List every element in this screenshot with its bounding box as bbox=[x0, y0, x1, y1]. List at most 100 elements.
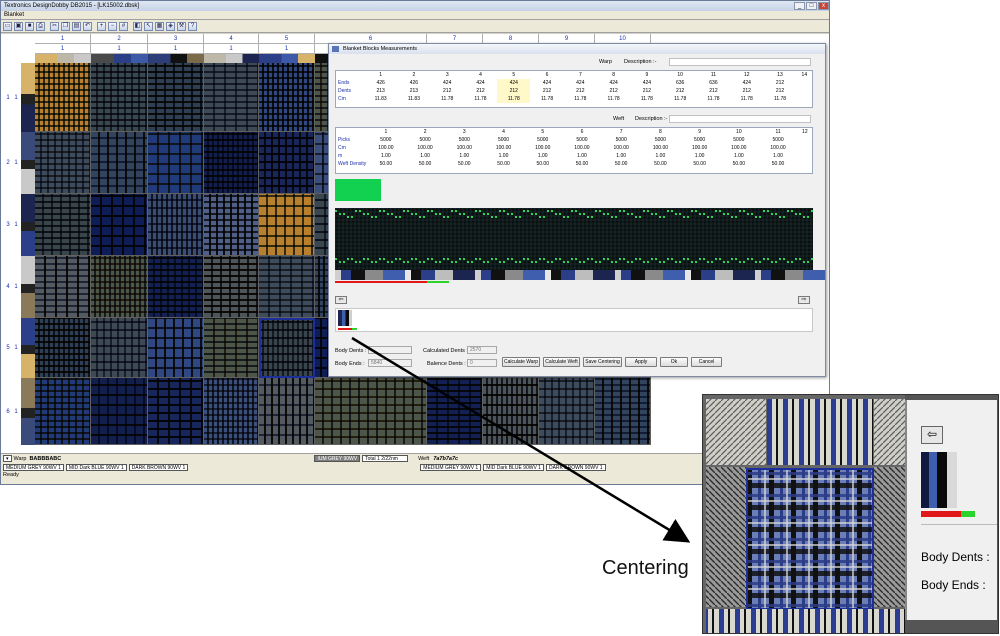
table-cell[interactable]: 11.78 bbox=[730, 95, 763, 103]
table-cell[interactable]: 212 bbox=[763, 79, 796, 87]
column-number[interactable]: 4 bbox=[204, 34, 259, 44]
fabric-block[interactable] bbox=[204, 318, 259, 378]
column-repeat[interactable]: 1 bbox=[204, 44, 259, 54]
fill-icon[interactable]: ◧ bbox=[133, 21, 142, 31]
table-cell[interactable]: 100.00 bbox=[366, 144, 405, 152]
fabric-block[interactable] bbox=[35, 378, 91, 445]
weft-swatch[interactable] bbox=[21, 63, 35, 132]
table-cell[interactable]: 50.00 bbox=[719, 160, 758, 168]
table-cell[interactable]: 100.00 bbox=[641, 144, 680, 152]
fabric-block[interactable] bbox=[259, 132, 315, 194]
table-cell[interactable]: 100.00 bbox=[562, 144, 601, 152]
weft-swatch[interactable] bbox=[21, 318, 35, 378]
table-cell[interactable] bbox=[797, 95, 812, 103]
table-cell[interactable]: 11.83 bbox=[364, 95, 397, 103]
table-cell[interactable]: 11.83 bbox=[397, 95, 430, 103]
close-button[interactable]: x bbox=[818, 2, 829, 10]
warp-color-pill[interactable]: IUM GREY 90WV bbox=[314, 455, 361, 462]
table-cell[interactable]: 1.00 bbox=[680, 152, 719, 160]
table-cell[interactable]: 11.78 bbox=[464, 95, 497, 103]
warp-swatch[interactable] bbox=[204, 54, 259, 63]
calculate-weft-button[interactable]: Calculate Weft bbox=[543, 357, 580, 367]
body-ends-field[interactable]: 5840 bbox=[368, 359, 412, 367]
table-cell[interactable]: 1.00 bbox=[602, 152, 641, 160]
new-icon[interactable]: ▭ bbox=[3, 21, 12, 31]
weft-swatch[interactable] bbox=[21, 256, 35, 318]
apply-button[interactable]: Apply bbox=[625, 357, 657, 367]
table-cell[interactable]: 1.00 bbox=[523, 152, 562, 160]
column-repeat[interactable]: 1 bbox=[259, 44, 315, 54]
table-cell[interactable]: 5000 bbox=[562, 136, 601, 144]
table-cell[interactable]: 50.00 bbox=[758, 160, 797, 168]
weft-swatch[interactable] bbox=[21, 132, 35, 194]
table-cell[interactable]: 212 bbox=[564, 87, 597, 95]
table-cell[interactable]: 5000 bbox=[523, 136, 562, 144]
table-cell[interactable]: 1.00 bbox=[562, 152, 601, 160]
table-cell[interactable]: 5000 bbox=[445, 136, 484, 144]
fabric-block[interactable] bbox=[91, 194, 148, 256]
table-cell[interactable]: 213 bbox=[364, 87, 397, 95]
table-cell[interactable]: 424 bbox=[464, 79, 497, 87]
copy-icon[interactable]: ❐ bbox=[61, 21, 70, 31]
table-cell[interactable]: 212 bbox=[431, 87, 464, 95]
warp-dropdown-icon[interactable]: ▾ bbox=[3, 455, 12, 462]
fabric-block[interactable] bbox=[259, 256, 315, 318]
color-icon[interactable]: ◈ bbox=[166, 21, 175, 31]
column-repeat[interactable]: 1 bbox=[91, 44, 148, 54]
cancel-button[interactable]: Cancel bbox=[691, 357, 722, 367]
warp-swatch[interactable] bbox=[35, 54, 91, 63]
save-icon[interactable]: ■ bbox=[25, 21, 34, 31]
open-icon[interactable]: ▣ bbox=[14, 21, 23, 31]
cut-icon[interactable]: ✂ bbox=[50, 21, 59, 31]
table-cell[interactable]: 426 bbox=[364, 79, 397, 87]
table-cell[interactable]: 1.00 bbox=[366, 152, 405, 160]
table-cell[interactable]: 636 bbox=[664, 79, 697, 87]
warp-sequence[interactable]: BABBBABC bbox=[29, 456, 314, 462]
forward-arrow-icon[interactable]: ⇨ bbox=[798, 296, 810, 304]
row-repeat[interactable]: 1 bbox=[11, 409, 21, 415]
column-repeat[interactable]: 1 bbox=[148, 44, 204, 54]
fabric-block[interactable] bbox=[91, 132, 148, 194]
table-cell[interactable]: 100.00 bbox=[680, 144, 719, 152]
help-icon[interactable]: ? bbox=[188, 21, 197, 31]
row-repeat[interactable]: 1 bbox=[11, 284, 21, 290]
table-cell[interactable]: 5000 bbox=[366, 136, 405, 144]
table-cell[interactable] bbox=[798, 152, 812, 160]
row-repeat[interactable]: 1 bbox=[11, 160, 21, 166]
column-repeat[interactable]: 1 bbox=[35, 44, 91, 54]
table-cell[interactable]: 212 bbox=[730, 87, 763, 95]
table-cell[interactable]: 11.78 bbox=[697, 95, 730, 103]
fabric-block[interactable] bbox=[35, 194, 91, 256]
undo-icon[interactable]: ↶ bbox=[83, 21, 92, 31]
table-cell[interactable] bbox=[797, 87, 812, 95]
fabric-block[interactable] bbox=[148, 318, 204, 378]
weft-table[interactable]: 1 2 3 4 5 6 7 8 9 10 11 12 Picks 5000 5000 5000 5000 5000… bbox=[335, 127, 813, 174]
fabric-block[interactable] bbox=[35, 132, 91, 194]
fabric-block[interactable] bbox=[91, 256, 148, 318]
table-cell[interactable]: 424 bbox=[730, 79, 763, 87]
table-cell[interactable]: 1.00 bbox=[641, 152, 680, 160]
table-cell[interactable]: 212 bbox=[664, 87, 697, 95]
balance-dents-field[interactable]: 0 bbox=[467, 359, 497, 367]
column-number[interactable]: 5 bbox=[259, 34, 315, 44]
table-cell[interactable]: 50.00 bbox=[523, 160, 562, 168]
table-cell[interactable] bbox=[798, 136, 812, 144]
fabric-block[interactable] bbox=[315, 378, 427, 445]
table-cell[interactable] bbox=[797, 79, 812, 87]
table-cell[interactable]: 212 bbox=[464, 87, 497, 95]
table-cell[interactable]: 11.78 bbox=[597, 95, 630, 103]
table-cell[interactable]: 50.00 bbox=[562, 160, 601, 168]
table-cell[interactable]: 11.78 bbox=[530, 95, 563, 103]
table-cell[interactable]: 11.78 bbox=[763, 95, 796, 103]
table-cell[interactable]: 100.00 bbox=[758, 144, 797, 152]
table-cell[interactable]: 212 bbox=[763, 87, 796, 95]
warp-swatch[interactable] bbox=[91, 54, 148, 63]
fabric-block[interactable] bbox=[259, 194, 315, 256]
yarn-pill[interactable]: MID Dark BLUE 90WV 1 bbox=[483, 464, 544, 471]
table-cell[interactable]: 50.00 bbox=[680, 160, 719, 168]
fabric-block[interactable] bbox=[204, 378, 259, 445]
fabric-block[interactable] bbox=[204, 132, 259, 194]
fabric-block[interactable] bbox=[91, 63, 148, 132]
table-cell[interactable]: 424 bbox=[630, 79, 663, 87]
fabric-block[interactable] bbox=[148, 256, 204, 318]
